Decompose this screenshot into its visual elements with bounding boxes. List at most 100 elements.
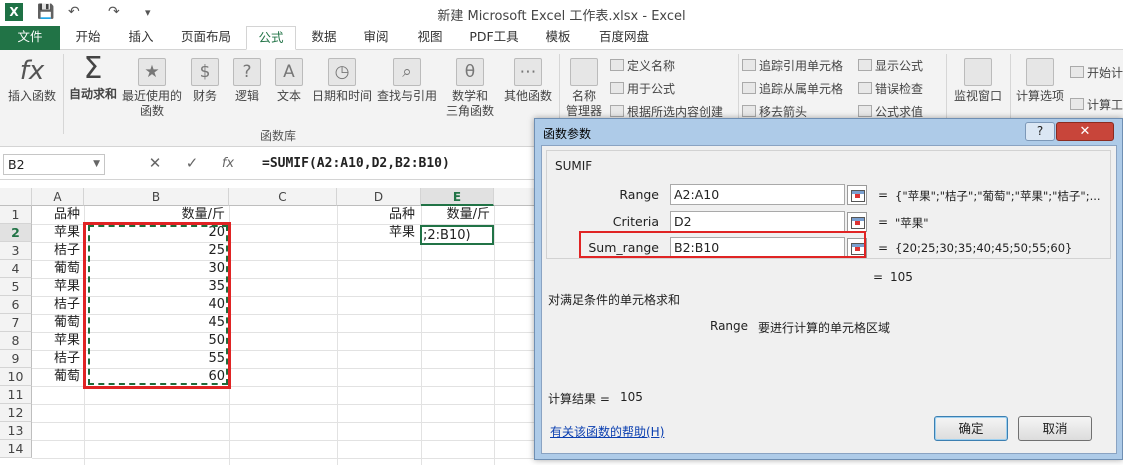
trace-precedents-label: 追踪引用单元格 [759, 59, 844, 73]
create-from-selection-icon [610, 105, 624, 117]
tab-data[interactable]: 数据 [298, 26, 350, 50]
chevron-down-icon[interactable]: ▼ [93, 155, 100, 174]
star-icon: ★ [138, 58, 166, 86]
calculation-options-button[interactable]: 计算选项 [1012, 58, 1068, 104]
tab-formulas[interactable]: 公式 [246, 26, 296, 50]
active-cell-e2[interactable]: ;2:B10) [420, 225, 494, 245]
row-header-9[interactable]: 9 [0, 350, 32, 368]
tab-file[interactable]: 文件 [0, 26, 60, 50]
row-header-4[interactable]: 4 [0, 260, 32, 278]
row-header-1[interactable]: 1 [0, 206, 32, 224]
dialog-body: SUMIF Range A2:A10 = {"苹果";"桔子";"葡萄";"苹果… [541, 145, 1117, 454]
logical-button[interactable]: ? 逻辑 [228, 58, 266, 104]
tab-templates[interactable]: 模板 [530, 26, 586, 50]
tab-pdf-tools[interactable]: PDF工具 [458, 26, 530, 50]
row-header-3[interactable]: 3 [0, 242, 32, 260]
row-header-11[interactable]: 11 [0, 386, 32, 404]
trace-precedents-button[interactable]: 追踪引用单元格 [742, 57, 843, 74]
dialog-title: 函数参数 [543, 127, 592, 141]
arg-range-result: {"苹果";"桔子";"葡萄";"苹果";"桔子";... [895, 189, 1101, 203]
search-icon: ⌕ [393, 58, 421, 86]
row-header-5[interactable]: 5 [0, 278, 32, 296]
column-header-a[interactable]: A [32, 188, 84, 206]
insert-function-button[interactable]: fx 插入函数 [4, 58, 60, 104]
lookup-reference-button[interactable]: ⌕ 查找与引用 [374, 58, 440, 104]
use-in-formula-button[interactable]: 用于公式 [610, 80, 675, 97]
collapse-dialog-icon[interactable] [847, 212, 867, 232]
trace-dependents-button[interactable]: 追踪从属单元格 [742, 80, 843, 97]
insert-function-fx-icon[interactable]: fx [216, 156, 240, 171]
cancel-entry-icon[interactable]: ✕ [143, 154, 167, 172]
remove-arrows-icon [742, 105, 756, 117]
tab-review[interactable]: 审阅 [350, 26, 402, 50]
ok-button[interactable]: 确定 [934, 416, 1008, 441]
define-name-icon [610, 59, 624, 71]
arg-range-label: Range [619, 187, 659, 202]
cancel-button[interactable]: 取消 [1018, 416, 1092, 441]
function-arguments-dialog: 函数参数 ? ✕ SUMIF Range A2:A10 = {"苹果";"桔子"… [534, 118, 1123, 460]
row-header-7[interactable]: 7 [0, 314, 32, 332]
calculate-sheet-button[interactable]: 计算工 [1070, 96, 1123, 113]
more-functions-button[interactable]: ⋯ 其他函数 [500, 58, 556, 104]
tab-baidu-netdisk[interactable]: 百度网盘 [586, 26, 662, 50]
name-box[interactable]: B2 ▼ [3, 154, 105, 175]
row-header-2[interactable]: 2 [0, 224, 32, 242]
show-formulas-button[interactable]: 显示公式 [858, 57, 923, 74]
cell-d1[interactable]: 品种 [389, 206, 421, 224]
tab-home[interactable]: 开始 [60, 26, 116, 50]
error-checking-button[interactable]: 错误检查 [858, 80, 923, 97]
formula-input[interactable]: =SUMIF(A2:A10,D2,B2:B10) [262, 156, 450, 171]
autosum-button[interactable]: Σ 自动求和 [66, 54, 120, 102]
column-header-c[interactable]: C [229, 188, 337, 206]
fx-icon: fx [19, 56, 45, 86]
calculate-sheet-icon [1070, 98, 1084, 110]
row-header-13[interactable]: 13 [0, 422, 32, 440]
datetime-button[interactable]: ◷ 日期和时间 [310, 58, 374, 104]
column-header-e[interactable]: E [421, 188, 494, 206]
column-header-d[interactable]: D [337, 188, 421, 206]
row-header-8[interactable]: 8 [0, 332, 32, 350]
row-header-14[interactable]: 14 [0, 440, 32, 458]
name-manager-icon [570, 58, 598, 86]
recent-functions-button[interactable]: ★ 最近使用的 函数 [120, 58, 184, 119]
cell-e1[interactable]: 数量/斤 [421, 206, 494, 224]
glasses-icon [964, 58, 992, 86]
tab-view[interactable]: 视图 [402, 26, 458, 50]
create-from-selection-label: 根据所选内容创建 [627, 105, 724, 119]
calc-result-value: 105 [620, 390, 643, 404]
math-label-2: 三角函数 [445, 104, 494, 118]
select-all-corner[interactable] [0, 188, 32, 206]
calculate-now-button[interactable]: 开始计 [1070, 64, 1123, 81]
close-button[interactable]: ✕ [1056, 122, 1114, 141]
tab-page-layout[interactable]: 页面布局 [166, 26, 246, 50]
column-header-f[interactable] [494, 188, 535, 206]
enter-entry-icon[interactable]: ✓ [180, 154, 204, 172]
gridline [32, 404, 535, 405]
arg-range-input[interactable]: A2:A10 [670, 184, 845, 205]
range-marquee-b2-b10 [88, 225, 228, 385]
theta-icon: θ [456, 58, 484, 86]
watch-window-button[interactable]: 监视窗口 [950, 58, 1006, 104]
name-manager-button[interactable]: 名称 管理器 [562, 58, 606, 119]
math-trig-button[interactable]: θ 数学和 三角函数 [442, 58, 498, 119]
arg-sum-range-result: {20;25;30;35;40;45;50;55;60} [895, 241, 1073, 255]
highlight-box-sum-range-arg [579, 231, 866, 258]
define-name-button[interactable]: 定义名称 [610, 57, 675, 74]
tab-insert[interactable]: 插入 [116, 26, 166, 50]
collapse-dialog-icon[interactable] [847, 185, 867, 205]
row-header-10[interactable]: 10 [0, 368, 32, 386]
math-label-1: 数学和 [451, 89, 488, 103]
name-manager-label-1: 名称 [571, 89, 596, 103]
help-button[interactable]: ? [1025, 122, 1055, 141]
arg-criteria-input[interactable]: D2 [670, 211, 845, 232]
function-help-link[interactable]: 有关该函数的帮助(H) [550, 423, 664, 440]
arg-help-text: 要进行计算的单元格区域 [758, 321, 891, 335]
text-functions-button[interactable]: A 文本 [270, 58, 308, 104]
financial-button[interactable]: $ 财务 [186, 58, 224, 104]
row-header-12[interactable]: 12 [0, 404, 32, 422]
row-header-6[interactable]: 6 [0, 296, 32, 314]
calculate-now-label: 开始计 [1087, 66, 1123, 80]
calculator-icon [1026, 58, 1054, 86]
cell-d2[interactable]: 苹果 [389, 224, 421, 242]
column-header-b[interactable]: B [84, 188, 229, 206]
